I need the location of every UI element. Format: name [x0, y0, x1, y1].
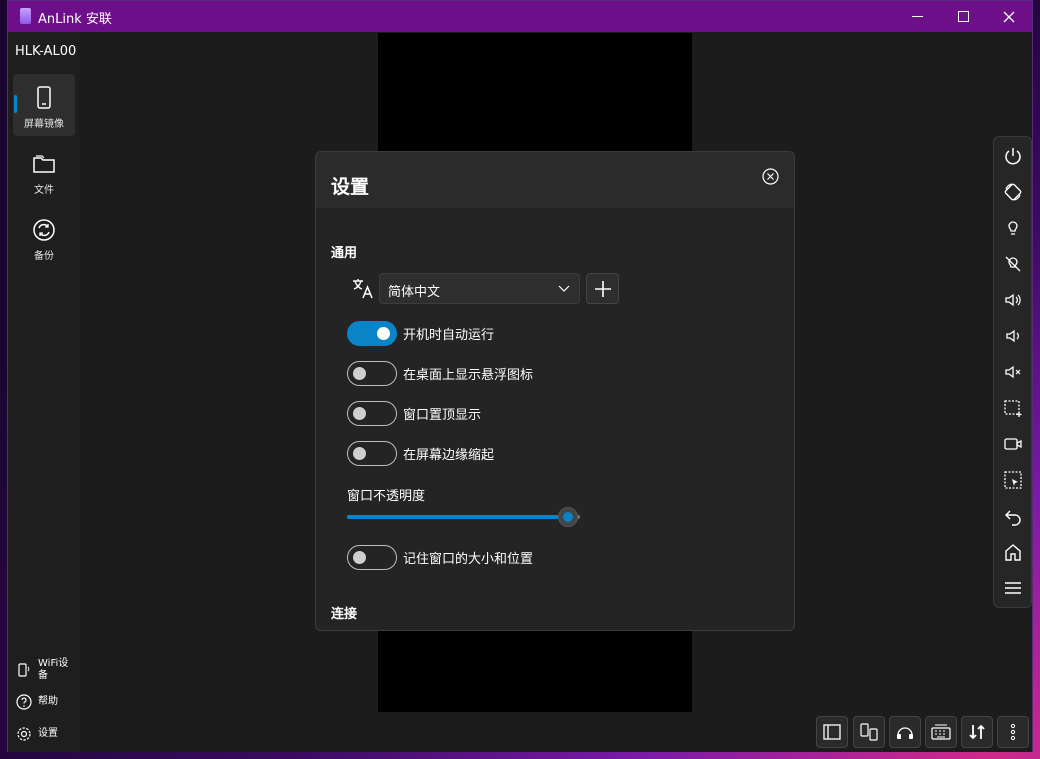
- power-icon[interactable]: [1003, 146, 1023, 166]
- language-selected: 简体中文: [388, 285, 441, 300]
- gear-icon: [17, 727, 31, 741]
- sidebar-item-label: 文件: [34, 185, 54, 196]
- edge-collapse-toggle[interactable]: [347, 440, 397, 466]
- chevron-down-icon: [558, 285, 570, 292]
- floating-icon-toggle[interactable]: [347, 360, 397, 386]
- select-region-icon[interactable]: [1003, 470, 1023, 490]
- device-name: HLK-AL00: [15, 44, 77, 59]
- toggle-knob: [353, 446, 366, 460]
- auto-start-toggle[interactable]: [347, 320, 397, 346]
- device-connect-button[interactable]: [853, 716, 885, 748]
- home-icon[interactable]: [1003, 542, 1023, 562]
- volume-up-icon[interactable]: [1003, 290, 1023, 310]
- window-title: AnLink 安联: [38, 12, 112, 27]
- settings-dialog: 设置 通用 简体中文 开机时自动运行 在桌面上显示悬浮图标 窗口置顶显示 在屏幕…: [315, 151, 795, 631]
- sidebar-item-screen-mirror[interactable]: 屏幕镜像: [13, 74, 75, 136]
- slider-thumb-dot: [563, 512, 573, 522]
- toggle-row-auto-start: 开机时自动运行: [347, 320, 494, 346]
- dialog-title: 设置: [331, 176, 370, 198]
- dialog-header: 设置: [316, 152, 794, 208]
- translate-icon: [353, 279, 373, 299]
- opacity-slider[interactable]: [347, 507, 580, 527]
- maximize-button[interactable]: [940, 1, 986, 32]
- sidebar-item-settings[interactable]: 设置: [16, 723, 74, 745]
- device-connect-icon: [860, 723, 878, 741]
- more-icon: [1010, 723, 1016, 741]
- keyboard-icon: [931, 724, 951, 740]
- sidebar-item-label: WiFi设备: [38, 658, 69, 681]
- close-icon[interactable]: [762, 168, 779, 185]
- toggle-row-remember-window: 记住窗口的大小和位置: [347, 544, 533, 570]
- menu-icon[interactable]: [1003, 578, 1023, 598]
- right-toolbar: [993, 136, 1032, 608]
- app-logo-icon: [20, 8, 31, 24]
- keyboard-button[interactable]: [925, 716, 957, 748]
- toggle-label: 窗口置顶显示: [403, 407, 482, 423]
- sidebar-item-backup[interactable]: 备份: [13, 206, 75, 268]
- light-bulb-icon[interactable]: [1003, 218, 1023, 238]
- toggle-label: 记住窗口的大小和位置: [403, 551, 534, 567]
- opacity-slider-thumb[interactable]: [558, 507, 578, 527]
- back-icon[interactable]: [1003, 506, 1023, 526]
- always-on-top-toggle[interactable]: [347, 400, 397, 426]
- sidebar-item-help[interactable]: 帮助: [16, 691, 74, 713]
- help-icon: [16, 694, 32, 710]
- transfer-icon: [969, 724, 985, 740]
- rotate-icon[interactable]: [1003, 182, 1023, 202]
- opacity-slider-fill: [347, 515, 568, 519]
- wifi-phone-icon: [18, 663, 30, 677]
- maximize-icon: [957, 11, 969, 22]
- title-bar[interactable]: AnLink 安联: [8, 1, 1032, 32]
- more-button[interactable]: [997, 716, 1029, 748]
- toggle-row-floating-icon: 在桌面上显示悬浮图标: [347, 360, 533, 386]
- active-indicator: [14, 95, 17, 113]
- layout-icon: [823, 724, 841, 740]
- language-select[interactable]: 简体中文: [379, 273, 580, 304]
- minimize-icon: [911, 16, 923, 17]
- light-off-icon[interactable]: [1003, 254, 1023, 274]
- remember-window-toggle[interactable]: [347, 544, 397, 570]
- section-title-connection: 连接: [331, 607, 358, 622]
- toggle-knob: [377, 326, 390, 340]
- opacity-label: 窗口不透明度: [347, 489, 426, 504]
- toggle-label: 开机时自动运行: [403, 327, 495, 343]
- headset-icon: [897, 727, 913, 739]
- sidebar-item-wifi-device[interactable]: WiFi设备: [16, 658, 74, 681]
- toggle-knob: [353, 366, 366, 380]
- screenshot-region-icon[interactable]: [1003, 398, 1023, 418]
- phone-icon: [37, 86, 51, 109]
- sidebar: HLK-AL00 屏幕镜像 文件 备份 WiFi设备 帮助 设置: [8, 32, 79, 752]
- toggle-row-edge-collapse: 在屏幕边缘缩起: [347, 440, 494, 466]
- minimize-button[interactable]: [894, 1, 940, 32]
- folder-icon: [33, 155, 55, 173]
- toggle-label: 在桌面上显示悬浮图标: [403, 367, 534, 383]
- audio-button[interactable]: [889, 716, 921, 748]
- layout-button[interactable]: [816, 716, 848, 748]
- toggle-row-always-on-top: 窗口置顶显示: [347, 400, 481, 426]
- plus-icon: [594, 280, 611, 297]
- close-window-button[interactable]: [986, 1, 1032, 32]
- sidebar-item-files[interactable]: 文件: [13, 140, 75, 202]
- mute-icon[interactable]: [1003, 362, 1023, 382]
- transfer-button[interactable]: [961, 716, 993, 748]
- toggle-knob: [353, 550, 366, 564]
- add-language-button[interactable]: [586, 273, 619, 304]
- sidebar-item-label: 备份: [34, 251, 54, 262]
- close-icon: [1003, 11, 1015, 22]
- record-video-icon[interactable]: [1003, 434, 1023, 454]
- sync-icon: [33, 219, 55, 241]
- toggle-label: 在屏幕边缘缩起: [403, 447, 495, 463]
- sidebar-item-label: 屏幕镜像: [24, 119, 64, 130]
- sidebar-item-label: 设置: [38, 728, 58, 739]
- toggle-knob: [353, 406, 366, 420]
- sidebar-item-label: 帮助: [38, 696, 58, 707]
- section-title-general: 通用: [331, 246, 358, 261]
- volume-down-icon[interactable]: [1003, 326, 1023, 346]
